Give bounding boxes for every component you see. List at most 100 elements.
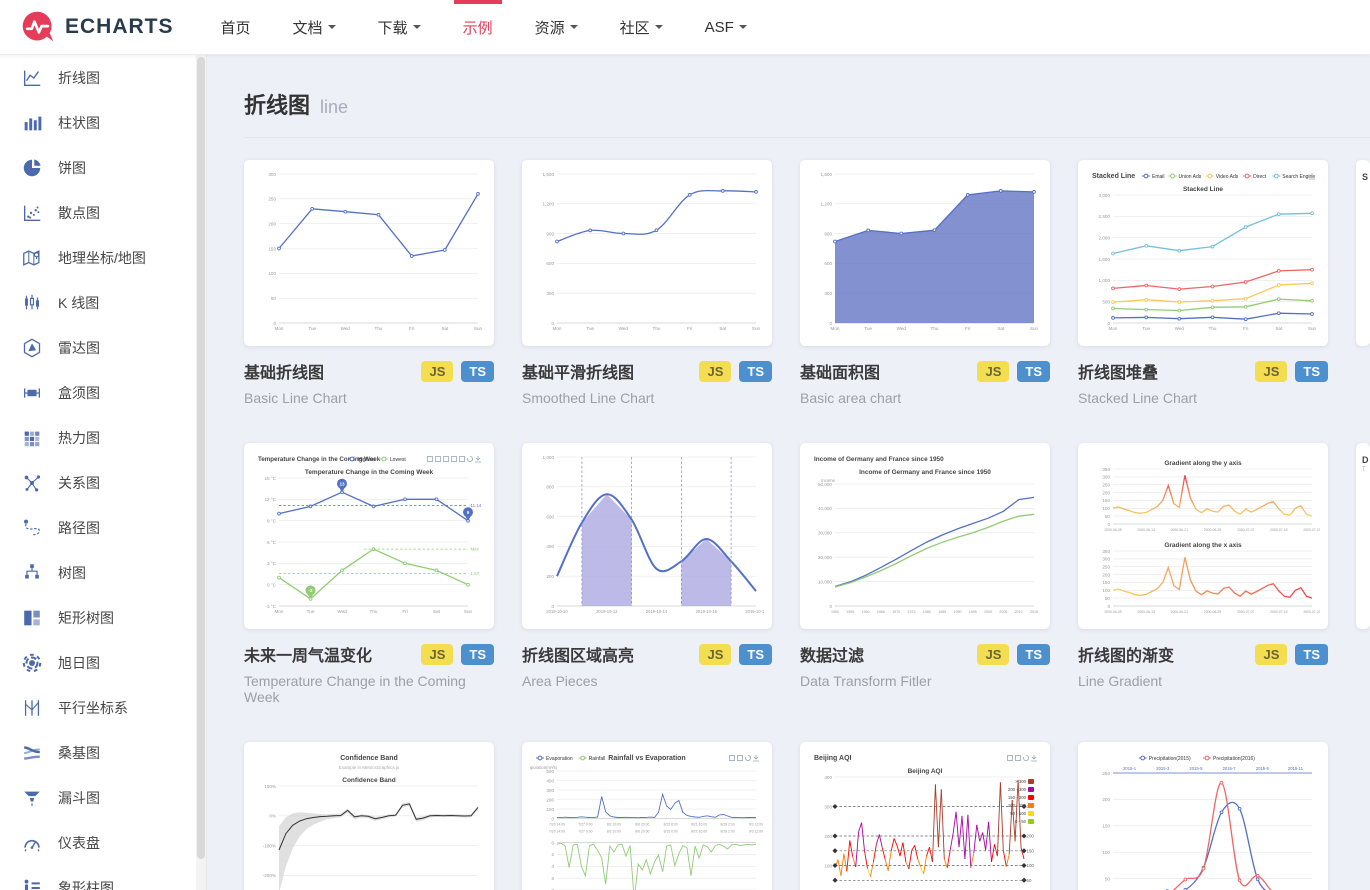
nav-item-resources[interactable]: 资源 [514, 0, 599, 55]
svg-text:2000-06-29: 2000-06-29 [1204, 528, 1221, 532]
example-chart-thumbnail[interactable]: Income of Germany and France since 1950 I… [800, 443, 1050, 629]
sidebar-scrollbar-thumb[interactable] [197, 57, 205, 859]
svg-text:Direct: Direct [1253, 174, 1267, 180]
svg-text:1995: 1995 [969, 610, 977, 614]
partial-chart-title: S [1362, 172, 1369, 182]
example-chart-thumbnail[interactable]: 300 250 200 150 100 50 0 Mon Tue Wed Thu Fri Sat Sun [244, 160, 494, 346]
partial-chart-title: D [1362, 455, 1369, 465]
sidebar-item-treemap[interactable]: 矩形树图 [0, 595, 206, 640]
ts-badge[interactable]: TS [461, 643, 494, 665]
js-badge[interactable]: JS [1255, 643, 1288, 665]
svg-text:8/21 16:00: 8/21 16:00 [691, 830, 707, 834]
sidebar-item-lines[interactable]: 路径图 [0, 505, 206, 550]
svg-text:2000-06-13: 2000-06-13 [1138, 528, 1155, 532]
nav-item-asf[interactable]: ASF [684, 0, 768, 55]
example-title[interactable]: 折线图堆叠 [1078, 359, 1158, 383]
sidebar-item-line[interactable]: 折线图 [0, 55, 206, 100]
example-chart-thumbnail[interactable]: Confidence Band Example in MetricsGraphic… [244, 742, 494, 890]
example-title[interactable]: 折线图的渐变 [1078, 642, 1174, 666]
example-chart-thumbnail[interactable]: Precipitation(2015) Precipitation(2016) 25… [1078, 742, 1328, 890]
example-chart-thumbnail[interactable]: 1,500 1,200 900 600 300 0 Mon Tue Wed Thu Fri Sat Su… [522, 160, 772, 346]
svg-text:2015: 2015 [1030, 610, 1038, 614]
sidebar-item-label: 雷达图 [58, 339, 100, 356]
example-chart-thumbnail[interactable]: Beijing AQIBeijing AQI40030020010002014-… [800, 742, 1050, 890]
example-chart-thumbnail[interactable]: 1,500 1,200 900 600 300 0 Mon Tue Wed Thu Fri Sat Su… [800, 160, 1050, 346]
nav-item-community[interactable]: 社区 [599, 0, 684, 55]
example-chart-svg: Precipitation(2015) Precipitation(2016) 25… [1102, 755, 1312, 890]
sidebar-item-funnel[interactable]: 漏斗图 [0, 775, 206, 820]
ts-badge[interactable]: TS [1295, 360, 1328, 382]
svg-text:2000-07-07: 2000-07-07 [1237, 610, 1254, 614]
svg-text:2015-3: 2015-3 [1156, 766, 1170, 771]
ts-badge[interactable]: TS [461, 360, 494, 382]
ts-badge[interactable]: TS [1017, 643, 1050, 665]
example-title[interactable]: 基础折线图 [244, 359, 324, 383]
ts-badge[interactable]: TS [1017, 360, 1050, 382]
svg-text:11.14: 11.14 [471, 503, 482, 508]
sidebar-item-bar[interactable]: 柱状图 [0, 100, 206, 145]
sidebar-item-label: 漏斗图 [58, 789, 100, 806]
example-title[interactable]: 折线图区域高亮 [522, 642, 634, 666]
example-chart-thumbnail[interactable]: Gradient along the y axis 350 300 250 200 150… [1078, 443, 1328, 629]
example-chart-thumbnail[interactable]: DT [1356, 443, 1370, 629]
js-badge[interactable]: JS [977, 360, 1010, 382]
nav-item-docs[interactable]: 文档 [272, 0, 357, 55]
sidebar-item-pie[interactable]: 饼图 [0, 145, 206, 190]
example-chart-thumbnail[interactable]: Rainfall vs Evaporation Evaporation Rainfa… [522, 742, 772, 890]
svg-text:100: 100 [824, 863, 832, 868]
example-chart-thumbnail[interactable]: 1,000 800 600 400 200 0 2019-10-10 2019-10-12 20… [522, 443, 772, 629]
sidebar-item-gauge[interactable]: 仪表盘 [0, 820, 206, 865]
sidebar-item-heatmap[interactable]: 热力图 [0, 415, 206, 460]
js-badge[interactable]: JS [699, 643, 732, 665]
nav-item-home[interactable]: 首页 [200, 0, 272, 55]
svg-text:100: 100 [1102, 850, 1110, 855]
ts-badge[interactable]: TS [739, 643, 772, 665]
example-title[interactable]: 基础平滑折线图 [522, 359, 634, 383]
sidebar-scrollbar[interactable] [196, 55, 206, 890]
sidebar-item-sunburst[interactable]: 旭日图 [0, 640, 206, 685]
js-badge[interactable]: JS [421, 360, 454, 382]
example-chart-thumbnail[interactable]: S [1356, 160, 1370, 346]
svg-text:-200%: -200% [263, 873, 276, 878]
sidebar-item-sankey[interactable]: 桑基图 [0, 730, 206, 775]
sidebar-item-candlestick[interactable]: K 线图 [0, 280, 206, 325]
svg-text:2015-7: 2015-7 [1223, 766, 1237, 771]
svg-text:Thu: Thu [653, 326, 661, 331]
js-badge[interactable]: JS [977, 643, 1010, 665]
nav-item-download[interactable]: 下载 [357, 0, 442, 55]
svg-text:Tue: Tue [864, 326, 872, 331]
svg-text:Stacked Line: Stacked Line [1092, 173, 1135, 180]
example-chart-thumbnail[interactable]: Stacked Line Email Union Ads Video Ads Direc… [1078, 160, 1328, 346]
nav-item-examples[interactable]: 示例 [442, 0, 514, 55]
echarts-logo[interactable]: ECHARTS [20, 9, 174, 45]
ts-badge[interactable]: TS [1295, 643, 1328, 665]
example-chart-svg: 1,5001,2009006003000Mon Tue Wed Thu Fri Sat Su… [821, 172, 1039, 331]
example-title[interactable]: 基础面积图 [800, 359, 880, 383]
scatter-chart-icon [23, 205, 41, 221]
js-badge[interactable]: JS [699, 360, 732, 382]
js-badge[interactable]: JS [1255, 360, 1288, 382]
ts-badge[interactable]: TS [739, 360, 772, 382]
example-title[interactable]: 数据过滤 [800, 642, 864, 666]
sidebar-item-boxplot[interactable]: 盒须图 [0, 370, 206, 415]
sidebar-item-radar[interactable]: 雷达图 [0, 325, 206, 370]
example-chart-thumbnail[interactable]: Temperature Change in the Coming Week Hig… [244, 443, 494, 629]
js-badge[interactable]: JS [421, 643, 454, 665]
example-subtitle: Line Gradient [1078, 673, 1163, 689]
svg-text:2000-06-21: 2000-06-21 [1171, 528, 1188, 532]
svg-text:Rainfall vs Evaporation: Rainfall vs Evaporation [608, 755, 685, 762]
example-card-partial[interactable]: DT [1356, 443, 1370, 705]
navbar: ECHARTS 首页 文档 下载 示例 资源 社区 ASF [0, 0, 1370, 55]
svg-text:Sat: Sat [433, 609, 441, 614]
sidebar-item-map[interactable]: 地理坐标/地图 [0, 235, 206, 280]
sidebar-item-label: 路径图 [58, 519, 100, 536]
svg-text:30,000: 30,000 [818, 531, 832, 536]
example-title[interactable]: 未来一周气温变化 [244, 642, 372, 666]
sidebar-item-parallel[interactable]: 平行坐标系 [0, 685, 206, 730]
example-card-partial[interactable]: S [1356, 160, 1370, 406]
sidebar-item-pictorial-bar[interactable]: 象形柱图 [0, 865, 206, 890]
sidebar-item-tree[interactable]: 树图 [0, 550, 206, 595]
svg-text:Sat: Sat [441, 326, 449, 331]
sidebar-item-scatter[interactable]: 散点图 [0, 190, 206, 235]
sidebar-item-graph[interactable]: 关系图 [0, 460, 206, 505]
